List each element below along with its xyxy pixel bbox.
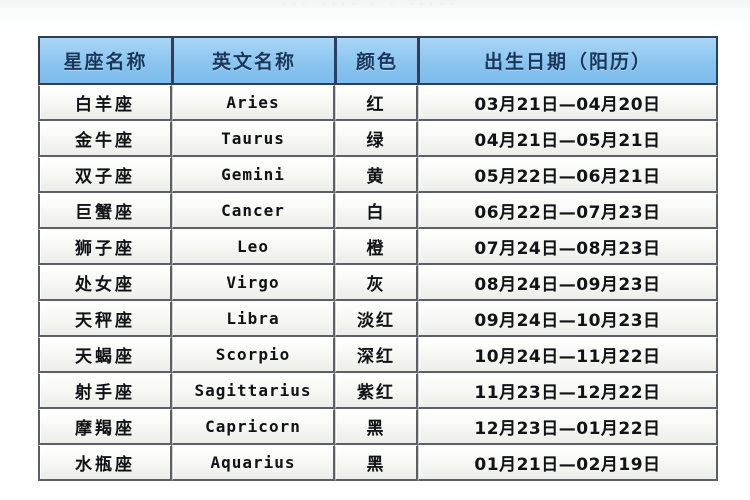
table-row: 天蝎座 Scorpio 深红 10月24日—11月22日 [38,337,718,373]
table-row: 双子座 Gemini 黄 05月22日—06月21日 [38,157,718,193]
cell-birth-date: 01月21日—02月19日 [418,445,718,481]
cell-color: 紫红 [335,373,418,409]
cell-sign-name: 天秤座 [38,301,172,337]
cell-sign-name: 白羊座 [38,85,172,121]
cell-sign-name: 天蝎座 [38,337,172,373]
table-body: 白羊座 Aries 红 03月21日—04月20日 金牛座 Taurus 绿 04月21日—0… [38,85,718,481]
cell-color: 白 [335,193,418,229]
table-row: 处女座 Virgo 灰 08月24日—09月23日 [38,265,718,301]
cell-english-name: Aries [172,85,335,121]
cell-birth-date: 05月22日—06月21日 [418,157,718,193]
cell-english-name: Sagittarius [172,373,335,409]
cell-birth-date: 04月21日—05月21日 [418,121,718,157]
cell-sign-name: 射手座 [38,373,172,409]
cell-english-name: Cancer [172,193,335,229]
cell-sign-name: 金牛座 [38,121,172,157]
cell-english-name: Aquarius [172,445,335,481]
zodiac-table: 星座名称 英文名称 颜色 出生日期（阳历） 白羊座 Aries 红 03月21日—04… [38,36,718,481]
cell-birth-date: 12月23日—01月22日 [418,409,718,445]
cell-color: 橙 [335,229,418,265]
cell-english-name: Capricorn [172,409,335,445]
cell-color: 黑 [335,445,418,481]
cell-color: 绿 [335,121,418,157]
cell-sign-name: 双子座 [38,157,172,193]
cell-sign-name: 巨蟹座 [38,193,172,229]
cell-birth-date: 07月24日—08月23日 [418,229,718,265]
cell-english-name: Scorpio [172,337,335,373]
cell-color: 淡红 [335,301,418,337]
table-row: 白羊座 Aries 红 03月21日—04月20日 [38,85,718,121]
cell-sign-name: 水瓶座 [38,445,172,481]
cell-english-name: Taurus [172,121,335,157]
table-row: 水瓶座 Aquarius 黑 01月21日—02月19日 [38,445,718,481]
cell-sign-name: 摩羯座 [38,409,172,445]
zodiac-table-container: 星座名称 英文名称 颜色 出生日期（阳历） 白羊座 Aries 红 03月21日—04… [38,36,718,481]
cell-color: 灰 [335,265,418,301]
cutoff-row-remnant: ··· ···· · · ····· [0,0,750,30]
cell-birth-date: 08月24日—09月23日 [418,265,718,301]
cell-color: 黄 [335,157,418,193]
cell-birth-date: 03月21日—04月20日 [418,85,718,121]
column-header-birth-date: 出生日期（阳历） [418,36,718,85]
table-row: 狮子座 Leo 橙 07月24日—08月23日 [38,229,718,265]
cell-birth-date: 11月23日—12月22日 [418,373,718,409]
cell-color: 红 [335,85,418,121]
cell-english-name: Virgo [172,265,335,301]
table-row: 巨蟹座 Cancer 白 06月22日—07月23日 [38,193,718,229]
table-row: 摩羯座 Capricorn 黑 12月23日—01月22日 [38,409,718,445]
cell-sign-name: 处女座 [38,265,172,301]
cell-english-name: Leo [172,229,335,265]
cell-english-name: Gemini [172,157,335,193]
table-row: 射手座 Sagittarius 紫红 11月23日—12月22日 [38,373,718,409]
cell-sign-name: 狮子座 [38,229,172,265]
column-header-english-name: 英文名称 [172,36,335,85]
column-header-color: 颜色 [335,36,418,85]
cutoff-row-text: ··· ···· · · ····· [282,0,460,10]
table-row: 金牛座 Taurus 绿 04月21日—05月21日 [38,121,718,157]
cell-birth-date: 10月24日—11月22日 [418,337,718,373]
table-header: 星座名称 英文名称 颜色 出生日期（阳历） [38,36,718,85]
cell-color: 深红 [335,337,418,373]
cell-birth-date: 09月24日—10月23日 [418,301,718,337]
table-row: 天秤座 Libra 淡红 09月24日—10月23日 [38,301,718,337]
header-row: 星座名称 英文名称 颜色 出生日期（阳历） [38,36,718,85]
cell-color: 黑 [335,409,418,445]
cell-english-name: Libra [172,301,335,337]
column-header-sign-name: 星座名称 [38,36,172,85]
cell-birth-date: 06月22日—07月23日 [418,193,718,229]
